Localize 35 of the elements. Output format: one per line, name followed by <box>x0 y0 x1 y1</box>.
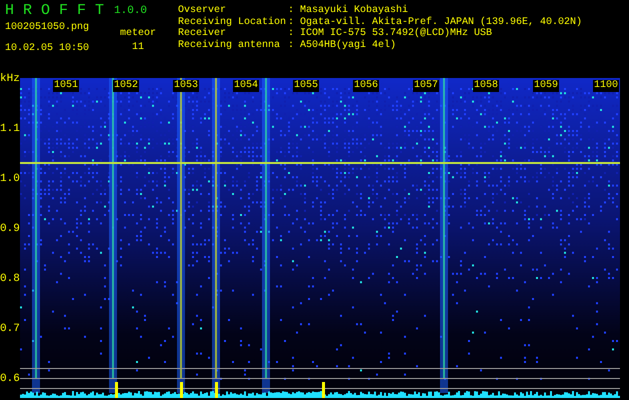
time-label: 1055 <box>292 80 319 92</box>
info-separator: : <box>288 40 296 51</box>
app-version: 1.0.0 <box>114 6 148 16</box>
info-separator: : <box>288 16 296 28</box>
info-value: ICOM IC-575 53.7492(@LCD)MHz USB <box>300 28 492 40</box>
unit-label: kHz <box>0 74 20 85</box>
time-label: 1056 <box>352 80 379 92</box>
time-label: 1100 <box>592 80 619 92</box>
info-value: Ogata-vill. Akita-Pref. JAPAN (139.96E, 40.02N) <box>300 16 582 28</box>
info-label: Receiving Location <box>178 16 288 28</box>
time-label: 1052 <box>112 80 139 92</box>
app-title: H R O F F T <box>5 4 104 18</box>
info-value: Masayuki Kobayashi <box>300 5 408 16</box>
axis-label: 0.8 <box>0 274 20 287</box>
info-separator: : <box>288 5 296 16</box>
axis-label: 0.7 <box>0 324 20 337</box>
time-label: 1051 <box>52 80 79 92</box>
info-separator: : <box>288 28 296 40</box>
counter-label: meteor <box>120 28 156 39</box>
info-label: Receiver <box>178 28 228 40</box>
file-name: 1002051050.png <box>5 22 90 33</box>
time-label: 1053 <box>172 80 199 92</box>
axis-label: 1.0 <box>0 174 20 187</box>
time-label: 1058 <box>472 80 499 92</box>
time-label: 1054 <box>232 80 259 92</box>
axis-label: 0.9 <box>0 224 20 237</box>
date-time: 10.02.05 10:50 <box>5 43 90 54</box>
info-value: A504HB(yagi 4el) <box>300 40 396 51</box>
info-label: Ovserver <box>178 5 228 16</box>
axis-label: 1.1 <box>0 124 20 137</box>
info-label: Receiving antenna <box>178 40 282 51</box>
axis-label: 0.6 <box>0 374 20 387</box>
counter-value: 11 <box>132 42 144 53</box>
time-label: 1057 <box>412 80 439 92</box>
time-label: 1059 <box>532 80 559 92</box>
